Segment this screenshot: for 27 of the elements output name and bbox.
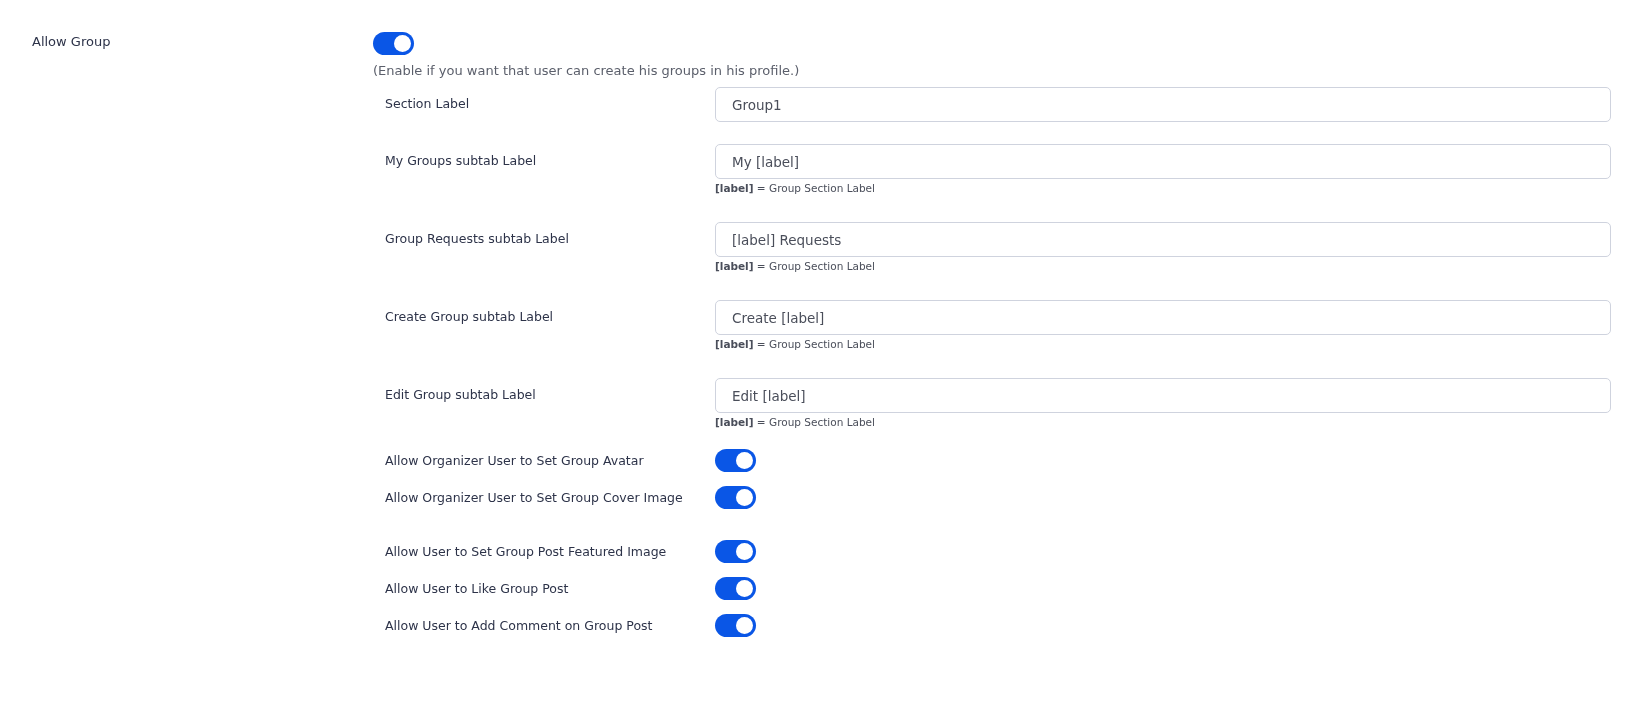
input-field[interactable]: My [label] xyxy=(715,144,1611,179)
toggle-switch[interactable] xyxy=(715,540,756,563)
field-label: My Groups subtab Label xyxy=(385,152,538,170)
setting-label: Allow Group xyxy=(32,34,112,51)
input-field[interactable]: Group1 xyxy=(715,87,1611,122)
toggle-switch[interactable] xyxy=(715,486,756,509)
field-label: Group Requests subtab Label xyxy=(385,230,570,248)
field-label: Edit Group subtab Label xyxy=(385,386,537,404)
field-label: Allow Organizer User to Set Group Avatar xyxy=(385,452,645,469)
field-label: Create Group subtab Label xyxy=(385,308,555,326)
field-label: Allow User to Set Group Post Featured Image xyxy=(385,543,668,560)
field-label: Allow User to Add Comment on Group Post xyxy=(385,617,654,634)
hint-text: [label] = Group Section Label xyxy=(715,260,876,272)
field-label: Section Label xyxy=(385,95,471,113)
toggle-switch[interactable] xyxy=(715,577,756,600)
toggle-switch[interactable] xyxy=(715,449,756,472)
toggle-switch[interactable] xyxy=(715,614,756,637)
description-text: (Enable if you want that user can create his groups in his profile.) xyxy=(373,63,801,78)
input-field[interactable]: [label] Requests xyxy=(715,222,1611,257)
input-field[interactable]: Edit [label] xyxy=(715,378,1611,413)
hint-text: [label] = Group Section Label xyxy=(715,182,876,194)
field-label: Allow User to Like Group Post xyxy=(385,580,570,597)
field-label: Allow Organizer User to Set Group Cover Image xyxy=(385,489,684,506)
hint-text: [label] = Group Section Label xyxy=(715,416,876,428)
input-field[interactable]: Create [label] xyxy=(715,300,1611,335)
toggle-switch[interactable] xyxy=(373,32,414,55)
hint-text: [label] = Group Section Label xyxy=(715,338,876,350)
